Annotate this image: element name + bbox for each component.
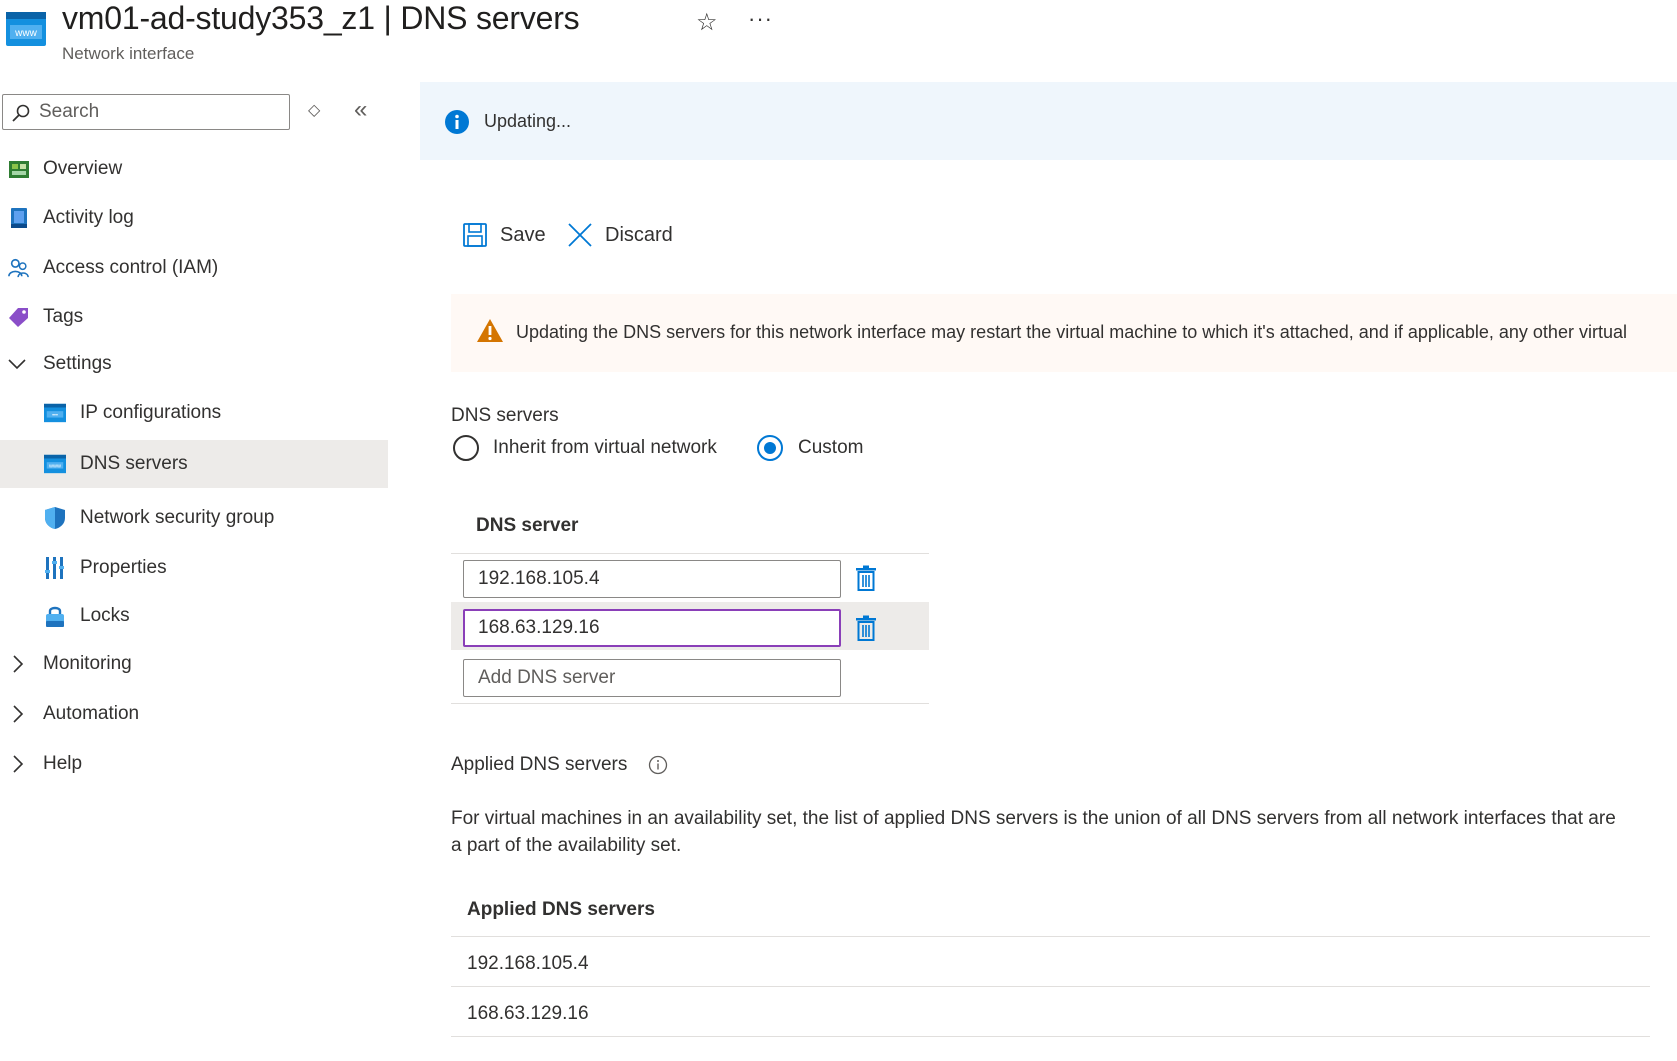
shield-icon bbox=[44, 507, 66, 529]
sidebar-group-monitoring[interactable]: Monitoring bbox=[0, 640, 388, 688]
svg-text:•••: ••• bbox=[52, 413, 58, 419]
add-dns-server-input[interactable] bbox=[463, 659, 841, 697]
overview-icon bbox=[8, 158, 30, 180]
sidebar-item-label: Settings bbox=[43, 353, 112, 374]
chevron-right-icon bbox=[6, 703, 28, 725]
page-title: vm01-ad-study353_z1 | DNS servers bbox=[62, 0, 580, 36]
chevron-down-icon bbox=[6, 353, 28, 375]
star-icon[interactable]: ☆ bbox=[696, 8, 718, 37]
applied-dns-label-text: Applied DNS servers bbox=[451, 754, 628, 775]
sidebar-item-label: Access control (IAM) bbox=[43, 257, 219, 278]
sidebar-item-overview[interactable]: Overview bbox=[0, 145, 388, 193]
properties-icon bbox=[44, 557, 66, 579]
save-label: Save bbox=[500, 223, 546, 246]
sidebar-item-tags[interactable]: Tags bbox=[0, 293, 388, 341]
radio-inherit[interactable] bbox=[453, 435, 479, 461]
sidebar-item-properties[interactable]: Properties bbox=[0, 544, 388, 592]
search-input[interactable] bbox=[39, 98, 279, 126]
sidebar-item-label: Tags bbox=[43, 306, 84, 327]
radio-custom-label[interactable]: Custom bbox=[798, 437, 863, 459]
applied-dns-label: Applied DNS servers bbox=[451, 754, 627, 776]
network-interface-icon: www bbox=[6, 12, 46, 46]
sidebar-item-label: IP configurations bbox=[80, 402, 222, 423]
ip-config-icon: ••• bbox=[44, 402, 66, 424]
trash-icon[interactable] bbox=[855, 615, 877, 641]
sidebar-item-ip-configurations[interactable]: ••• IP configurations bbox=[0, 389, 388, 437]
radio-inherit-label[interactable]: Inherit from virtual network bbox=[493, 437, 717, 459]
sidebar-group-automation[interactable]: Automation bbox=[0, 690, 388, 738]
sidebar-item-label: Help bbox=[43, 753, 83, 774]
discard-label: Discard bbox=[605, 223, 673, 246]
sidebar-item-label: Monitoring bbox=[43, 653, 132, 674]
dns-table-header: DNS server bbox=[476, 515, 579, 536]
dns-server-input[interactable] bbox=[463, 560, 841, 598]
sidebar-search[interactable] bbox=[2, 94, 290, 130]
divider bbox=[451, 1036, 1650, 1037]
svg-text:www: www bbox=[48, 464, 61, 470]
sidebar-item-iam[interactable]: Access control (IAM) bbox=[0, 244, 388, 292]
sidebar-item-label: Overview bbox=[43, 158, 123, 179]
activity-log-icon bbox=[8, 207, 30, 229]
sort-icon[interactable]: ◇ bbox=[308, 100, 320, 120]
search-icon bbox=[12, 104, 30, 122]
applied-table-header: Applied DNS servers bbox=[467, 899, 655, 920]
sidebar-item-locks[interactable]: Locks bbox=[0, 592, 388, 640]
sidebar-item-label: Properties bbox=[80, 557, 167, 578]
add-dns-server-row bbox=[463, 659, 841, 697]
sidebar-group-settings[interactable]: Settings bbox=[0, 340, 388, 388]
sidebar-item-label: Activity log bbox=[43, 207, 134, 228]
dns-server-row bbox=[463, 560, 841, 598]
sidebar-item-label: Network security group bbox=[80, 507, 275, 528]
updating-notification bbox=[420, 82, 1677, 160]
info-icon bbox=[444, 109, 470, 135]
discard-button[interactable]: Discard bbox=[567, 222, 673, 248]
iam-icon bbox=[8, 257, 30, 279]
sidebar-item-label: Automation bbox=[43, 703, 140, 724]
sidebar-item-activity-log[interactable]: Activity log bbox=[0, 194, 388, 242]
lock-icon bbox=[44, 605, 66, 627]
divider bbox=[451, 703, 929, 704]
chevron-right-icon bbox=[6, 753, 28, 775]
page-subtitle: Network interface bbox=[62, 44, 195, 63]
sidebar-item-network-security-group[interactable]: Network security group bbox=[0, 494, 388, 542]
applied-dns-cell: 168.63.129.16 bbox=[467, 1003, 589, 1024]
sidebar-item-label: DNS servers bbox=[80, 453, 188, 474]
save-icon bbox=[463, 223, 487, 247]
divider bbox=[451, 986, 1650, 987]
dns-servers-label: DNS servers bbox=[451, 405, 559, 426]
divider bbox=[451, 936, 1650, 937]
applied-dns-description: For virtual machines in an availability … bbox=[451, 808, 1616, 856]
warning-text: Updating the DNS servers for this networ… bbox=[516, 322, 1627, 342]
info-tooltip-icon[interactable] bbox=[648, 755, 668, 780]
svg-text:www: www bbox=[14, 28, 37, 39]
dns-icon: www bbox=[44, 453, 66, 475]
sidebar-item-dns-servers[interactable]: www DNS servers bbox=[0, 440, 388, 488]
dns-server-row bbox=[463, 609, 841, 647]
sidebar-group-help[interactable]: Help bbox=[0, 740, 388, 788]
save-button[interactable]: Save bbox=[462, 222, 546, 248]
trash-icon[interactable] bbox=[855, 565, 877, 591]
chevron-right-icon bbox=[6, 653, 28, 675]
divider bbox=[451, 553, 929, 554]
radio-custom[interactable] bbox=[757, 435, 783, 461]
sidebar-item-label: Locks bbox=[80, 605, 130, 626]
warning-icon bbox=[476, 318, 504, 344]
collapse-sidebar-icon[interactable]: « bbox=[354, 96, 367, 124]
more-options-button[interactable]: ··· bbox=[748, 6, 773, 32]
tag-icon bbox=[8, 306, 30, 328]
updating-text: Updating... bbox=[484, 111, 572, 131]
close-icon bbox=[568, 223, 592, 247]
applied-dns-cell: 192.168.105.4 bbox=[467, 953, 589, 974]
dns-server-input[interactable] bbox=[463, 609, 841, 647]
